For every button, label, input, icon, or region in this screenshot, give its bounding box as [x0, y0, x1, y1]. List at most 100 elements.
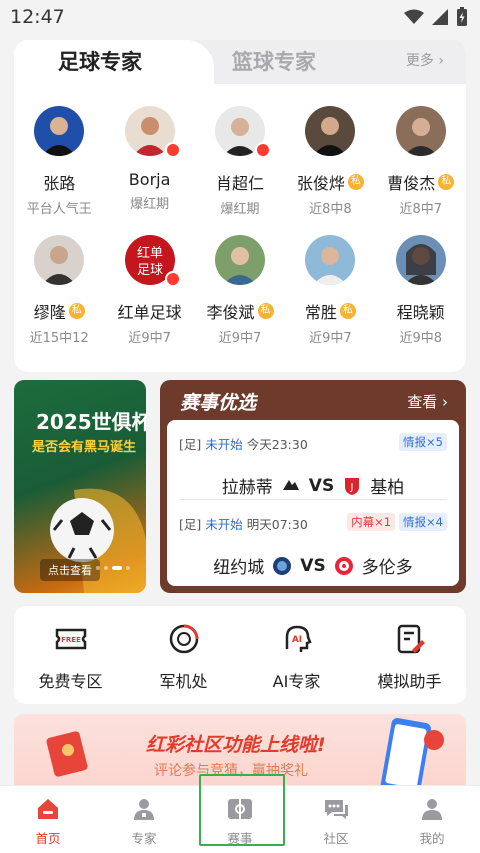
private-badge: 私 [438, 174, 455, 190]
expert-name: 张路 [43, 174, 76, 193]
private-badge: 私 [339, 303, 356, 319]
tab-basketball-experts[interactable]: 篮球专家 [232, 46, 316, 76]
status-icons [404, 7, 468, 27]
banner-view-button[interactable]: 点击查看 [40, 559, 100, 581]
nav-profile[interactable]: 我的 [384, 786, 480, 853]
private-badge: 私 [257, 303, 274, 319]
flame-icon [254, 142, 271, 158]
expert-name: 红单足球 [117, 303, 182, 322]
red-envelope-icon [46, 731, 88, 777]
match-row[interactable]: [足] 未开始 明天07:30 内幕×1 情报×4 纽约城 VS 多伦多 [179, 513, 447, 578]
expert-item[interactable]: 李俊斌私 近9中7 [195, 235, 285, 346]
expert-item[interactable]: 缪隆私 近15中12 [14, 235, 104, 346]
expert-name: 曹俊杰 [387, 174, 436, 193]
expert-icon [131, 796, 157, 822]
radar-icon [167, 622, 201, 656]
featured-matches-panel: 赛事优选 查看 › [足] 未开始 今天23:30 情报×5 拉赫蒂 VS J … [160, 380, 466, 593]
match-status: 未开始 [205, 517, 243, 532]
away-team: 多伦多 [361, 558, 413, 578]
vs-label: VS [308, 475, 335, 496]
insider-tag: 内幕×1 [347, 513, 396, 531]
nav-matches-highlight [199, 774, 285, 846]
match-divider [179, 499, 447, 500]
signal-icon [432, 9, 448, 25]
expert-item[interactable]: 常胜私 近9中7 [285, 235, 375, 346]
intel-tag: 情报×4 [399, 513, 447, 531]
nav-community[interactable]: 社区 [288, 786, 384, 853]
nav-label: 社区 [323, 831, 349, 846]
expert-item[interactable]: 张俊烨私 近8中8 [285, 106, 375, 217]
expert-name: Borja [128, 170, 171, 189]
home-icon [35, 796, 61, 822]
expert-record: 爆红期 [130, 197, 170, 212]
flame-icon [164, 142, 181, 158]
avatar [34, 235, 85, 285]
nav-home[interactable]: 首页 [0, 786, 96, 853]
expert-item[interactable]: Borja 爆红期 [104, 106, 194, 217]
intel-tag: 情报×5 [399, 433, 447, 451]
match-row[interactable]: [足] 未开始 今天23:30 情报×5 拉赫蒂 VS J 基柏 [179, 433, 447, 498]
more-experts-link[interactable]: 更多 › [406, 50, 444, 70]
expert-record: 爆红期 [220, 202, 260, 217]
flame-icon [164, 271, 181, 287]
home-team-logo-icon [273, 556, 292, 575]
expert-name: 肖超仁 [215, 174, 264, 193]
avatar [395, 235, 446, 285]
nav-label: 专家 [131, 831, 157, 846]
tool-intel-office[interactable]: 军机处 [127, 606, 240, 704]
vs-label: VS [300, 555, 326, 576]
away-team-logo-icon [334, 556, 353, 575]
expert-record: 近8中7 [399, 202, 443, 217]
match-sport: [足] [179, 517, 202, 532]
svg-text:FREE: FREE [61, 636, 81, 644]
chat-icon [323, 796, 349, 822]
private-badge: 私 [68, 303, 85, 319]
private-badge: 私 [347, 174, 364, 190]
expert-name: 张俊烨 [296, 174, 345, 193]
promo-title: 红彩社区功能上线啦! [146, 734, 326, 756]
banner-subtitle: 是否会有黑马诞生 [32, 440, 137, 455]
tool-label: AI专家 [272, 672, 321, 691]
match-list: [足] 未开始 今天23:30 情报×5 拉赫蒂 VS J 基柏 [足] 未开始… [167, 420, 459, 586]
match-time: 明天07:30 [246, 517, 308, 532]
expert-record: 近9中7 [309, 331, 352, 346]
expert-item[interactable]: 肖超仁 爆红期 [195, 106, 285, 217]
status-time: 12:47 [10, 6, 65, 28]
expert-record: 近9中8 [399, 331, 443, 346]
tool-simulation-assistant[interactable]: 模拟助手 [353, 606, 466, 704]
tab-football-label: 足球专家 [58, 50, 142, 74]
avatar [305, 235, 356, 285]
banner-title: 2025世俱杯 [36, 410, 146, 434]
expert-item[interactable]: 曹俊杰私 近8中7 [376, 106, 466, 217]
expert-name: 程晓颖 [396, 303, 445, 322]
tool-ai-expert[interactable]: AI AI专家 [240, 606, 353, 704]
svg-text:红单: 红单 [137, 245, 163, 261]
expert-item[interactable]: 程晓颖 近9中8 [376, 235, 466, 346]
expert-item[interactable]: 红单 足球 红单足球 近9中7 [104, 235, 194, 346]
promo-banner-carousel[interactable]: 2025世俱杯 是否会有黑马诞生 点击查看 [14, 380, 146, 593]
profile-icon [419, 796, 445, 822]
featured-matches-title: 赛事优选 [180, 392, 257, 414]
expert-record: 近15中12 [29, 331, 89, 346]
tab-football-experts[interactable]: 足球专家 [14, 40, 214, 86]
avatar [34, 106, 85, 156]
expert-item[interactable]: 张路 平台人气王 [14, 106, 104, 217]
home-team: 拉赫蒂 [221, 478, 273, 498]
avatar [395, 106, 446, 156]
match-sport: [足] [179, 437, 202, 452]
carousel-dots [96, 566, 130, 570]
edit-note-icon [393, 622, 427, 656]
svg-text:AI: AI [291, 635, 301, 645]
tool-label: 军机处 [159, 672, 208, 691]
featured-matches-more-link[interactable]: 查看 › [407, 391, 448, 412]
match-status: 未开始 [205, 437, 243, 452]
nav-label: 首页 [35, 831, 61, 846]
nav-experts[interactable]: 专家 [96, 786, 192, 853]
tool-label: 模拟助手 [377, 672, 442, 691]
tool-free-zone[interactable]: FREE 免费专区 [14, 606, 127, 704]
tools-grid: FREE 免费专区 军机处 AI AI专家 模拟助手 [14, 606, 466, 704]
expert-tabs: 足球专家 篮球专家 更多 › [14, 40, 466, 86]
expert-record: 近9中7 [218, 331, 262, 346]
phone-illustration-icon [380, 718, 444, 794]
battery-icon [457, 7, 467, 26]
